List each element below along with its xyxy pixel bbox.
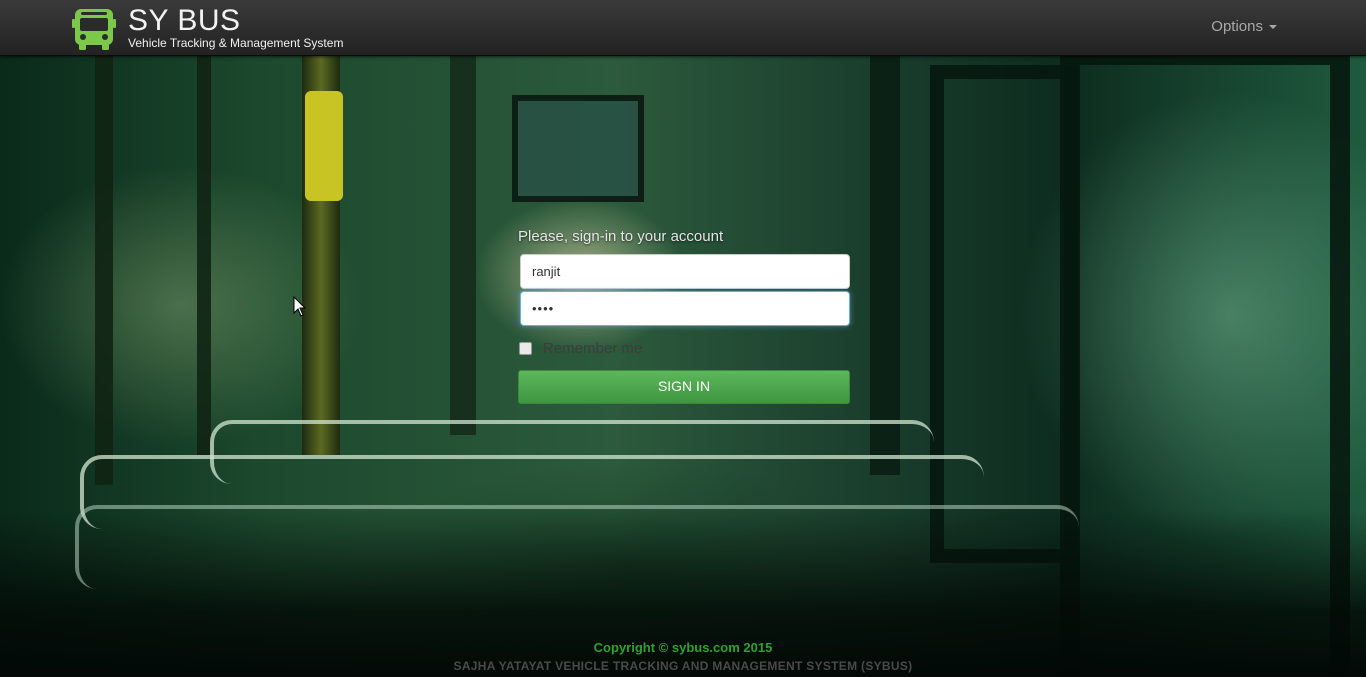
remember-label: Remember me bbox=[543, 340, 643, 357]
remember-checkbox[interactable] bbox=[519, 342, 532, 355]
pole bbox=[450, 55, 476, 435]
screen bbox=[512, 95, 644, 202]
mouse-cursor-icon bbox=[293, 296, 307, 317]
login-form: Please, sign-in to your account Remember… bbox=[518, 228, 850, 404]
pole bbox=[95, 55, 113, 485]
username-input[interactable] bbox=[520, 254, 850, 289]
brand[interactable]: SY BUS Vehicle Tracking & Management Sys… bbox=[72, 6, 343, 52]
system-name-text: SAJHA YATAYAT VEHICLE TRACKING AND MANAG… bbox=[453, 659, 913, 673]
footer: Copyright © sybus.com 2015 SAJHA YATAYAT… bbox=[0, 640, 1366, 675]
options-dropdown[interactable]: Options bbox=[1211, 18, 1277, 35]
options-label: Options bbox=[1211, 18, 1263, 35]
bus-icon bbox=[72, 9, 116, 50]
pole bbox=[197, 55, 211, 455]
top-navbar: SY BUS Vehicle Tracking & Management Sys… bbox=[0, 0, 1366, 56]
copyright-text: Copyright © sybus.com 2015 bbox=[593, 640, 773, 655]
password-input[interactable] bbox=[520, 291, 850, 326]
sign-in-button[interactable]: SIGN IN bbox=[518, 370, 850, 404]
brand-title: SY BUS bbox=[128, 4, 241, 37]
pole bbox=[870, 55, 900, 475]
remember-me[interactable]: Remember me bbox=[518, 340, 850, 357]
brand-text: SY BUS Vehicle Tracking & Management Sys… bbox=[128, 4, 344, 51]
login-prompt: Please, sign-in to your account bbox=[518, 228, 724, 245]
brand-subtitle: Vehicle Tracking & Management System bbox=[128, 36, 344, 50]
caret-down-icon bbox=[1269, 25, 1277, 30]
seat-rail bbox=[210, 420, 934, 484]
seat-rail bbox=[75, 505, 1079, 589]
yellow-handle bbox=[305, 91, 343, 201]
